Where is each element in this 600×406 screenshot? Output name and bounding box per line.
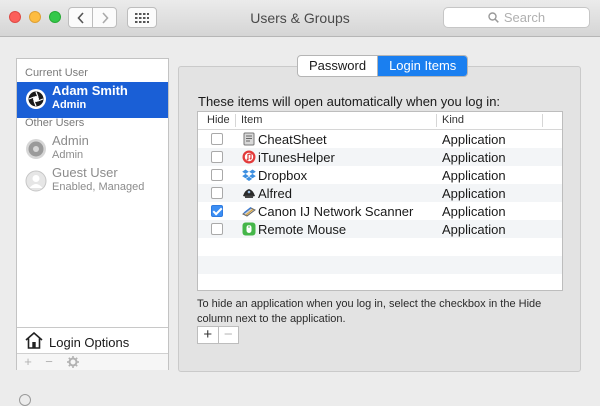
forward-button[interactable]	[92, 7, 117, 28]
login-options-label: Login Options	[49, 335, 130, 350]
users-sidebar: Current User Adam Smith Admin Other User…	[16, 58, 169, 370]
back-button[interactable]	[68, 7, 93, 28]
grid-icon	[135, 12, 149, 23]
house-icon	[25, 332, 43, 349]
login-items-table: Hide Item Kind CheatSheet Application iT…	[197, 111, 563, 291]
add-remove-control: + −	[197, 326, 239, 344]
sidebar-item-guest-user[interactable]: Guest User Enabled, Managed	[17, 164, 168, 200]
avatar-icon	[26, 139, 46, 159]
remove-user-button[interactable]: −	[39, 354, 59, 370]
tab-password[interactable]: Password	[298, 56, 379, 76]
table-row[interactable]: Canon IJ Network Scanner Application	[198, 202, 562, 220]
column-divider	[235, 114, 236, 127]
user-role: Admin	[52, 149, 84, 161]
add-item-button[interactable]: +	[198, 327, 219, 343]
hide-hint-text: To hide an application when you log in, …	[197, 298, 542, 325]
user-role: Admin	[52, 99, 87, 111]
hide-checkbox[interactable]	[211, 205, 223, 217]
add-user-button[interactable]: +	[18, 354, 38, 370]
item-kind: Application	[442, 222, 506, 237]
sidebar-item-current-user[interactable]: Adam Smith Admin	[17, 82, 168, 118]
empty-row	[198, 256, 562, 274]
table-row[interactable]: CheatSheet Application	[198, 130, 562, 148]
user-role: Enabled, Managed	[52, 181, 145, 193]
item-kind: Application	[442, 168, 506, 183]
hide-checkbox[interactable]	[211, 223, 223, 235]
remove-item-button[interactable]: −	[219, 327, 239, 343]
search-input[interactable]: Search	[443, 7, 590, 28]
chevron-right-icon	[101, 11, 109, 24]
table-row[interactable]: Dropbox Application	[198, 166, 562, 184]
tab-control: Password Login Items	[297, 55, 469, 77]
zoom-button[interactable]	[49, 11, 61, 23]
window-titlebar: Users & Groups Search	[0, 0, 600, 37]
login-items-intro: These items will open automatically when…	[198, 94, 501, 109]
item-name: Dropbox	[258, 168, 308, 183]
column-hide[interactable]: Hide	[207, 114, 230, 126]
item-kind: Application	[442, 132, 506, 147]
column-divider	[542, 114, 543, 127]
current-user-header: Current User	[25, 67, 88, 79]
alfred-icon	[243, 189, 255, 198]
itunes-helper-icon	[242, 150, 256, 164]
table-row[interactable]: iTunesHelper Application	[198, 148, 562, 166]
hide-checkbox[interactable]	[211, 169, 223, 181]
empty-row	[198, 238, 562, 256]
column-kind[interactable]: Kind	[442, 114, 464, 126]
action-gear-button[interactable]	[63, 354, 83, 370]
user-name: Adam Smith	[52, 83, 128, 98]
gear-icon	[67, 356, 79, 368]
avatar-icon	[26, 89, 46, 109]
column-item[interactable]: Item	[241, 114, 262, 126]
close-button[interactable]	[9, 11, 21, 23]
item-name: Alfred	[258, 186, 292, 201]
cheatsheet-icon	[243, 132, 255, 146]
canon-scanner-icon	[242, 206, 256, 217]
user-name: Admin	[52, 133, 89, 148]
search-placeholder: Search	[503, 10, 546, 25]
dropbox-icon	[242, 169, 256, 181]
other-users-header: Other Users	[25, 117, 85, 129]
minimize-button[interactable]	[29, 11, 41, 23]
hide-checkbox[interactable]	[211, 187, 223, 199]
item-kind: Application	[442, 186, 506, 201]
guest-avatar-icon	[25, 170, 47, 192]
sidebar-toolbar: + −	[17, 353, 168, 370]
tab-login-items[interactable]: Login Items	[378, 56, 468, 76]
column-divider	[436, 114, 437, 127]
item-kind: Application	[442, 204, 506, 219]
chevron-left-icon	[76, 11, 84, 24]
item-name: CheatSheet	[258, 132, 327, 147]
login-options-item[interactable]: Login Options	[17, 327, 168, 354]
table-row[interactable]: Remote Mouse Application	[198, 220, 562, 238]
hide-checkbox[interactable]	[211, 133, 223, 145]
table-header: Hide Item Kind	[198, 112, 562, 130]
item-name: Remote Mouse	[258, 222, 347, 237]
hide-checkbox[interactable]	[211, 151, 223, 163]
search-icon	[488, 12, 499, 23]
item-name: iTunesHelper	[258, 150, 335, 165]
item-kind: Application	[442, 150, 506, 165]
show-all-button[interactable]	[127, 7, 157, 28]
item-name: Canon IJ Network Scanner	[258, 204, 414, 219]
sidebar-item-admin[interactable]: Admin Admin	[17, 132, 168, 168]
window-title: Users & Groups	[250, 10, 350, 26]
user-name: Guest User	[52, 165, 118, 180]
table-row[interactable]: Alfred Application	[198, 184, 562, 202]
remote-mouse-icon	[242, 222, 256, 236]
help-button[interactable]	[19, 394, 31, 406]
